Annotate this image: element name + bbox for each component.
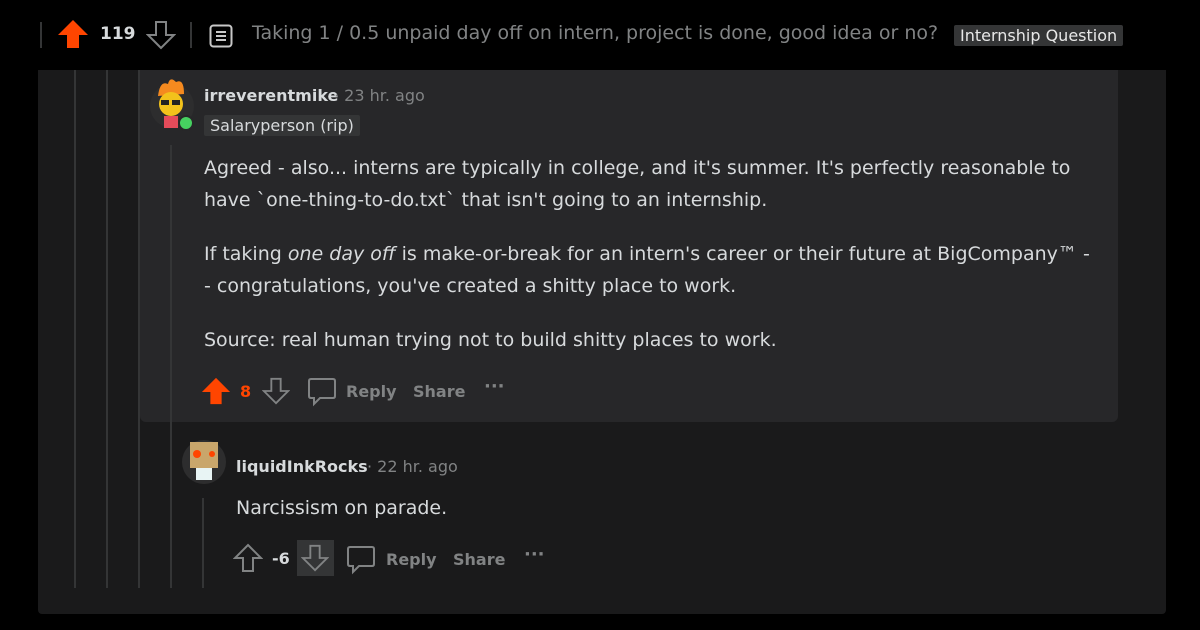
comment-paragraph: Source: real human trying not to build s… xyxy=(204,329,777,351)
upvote-icon[interactable] xyxy=(233,543,263,573)
thread-line[interactable] xyxy=(170,145,172,588)
text-post-icon xyxy=(209,24,233,48)
comment-score: 8 xyxy=(240,382,252,401)
comment-body: Narcissism on parade. xyxy=(236,497,448,519)
upvote-icon[interactable] xyxy=(57,19,89,49)
share-button[interactable]: Share xyxy=(453,550,505,569)
post-score: 119 xyxy=(100,24,136,44)
more-options-button[interactable]: ··· xyxy=(524,544,545,565)
more-options-button[interactable]: ··· xyxy=(484,376,505,397)
downvote-icon[interactable] xyxy=(297,540,334,576)
upvote-icon[interactable] xyxy=(201,376,231,406)
comment-body: Agreed - also... interns are typically i… xyxy=(204,152,1094,356)
online-status-dot xyxy=(178,115,194,131)
emphasis: one day off xyxy=(287,243,396,265)
avatar[interactable] xyxy=(182,432,226,488)
thread-line[interactable] xyxy=(138,70,140,588)
divider xyxy=(190,22,192,48)
comment-paragraph: Agreed - also... interns are typically i… xyxy=(204,157,1071,211)
comment-time[interactable]: · 22 hr. ago xyxy=(367,457,458,476)
share-button[interactable]: Share xyxy=(413,382,465,401)
thread-line[interactable] xyxy=(74,70,76,588)
comment-icon[interactable] xyxy=(307,377,337,407)
post-flair[interactable]: Internship Question xyxy=(954,25,1124,46)
thread-line[interactable] xyxy=(106,70,108,588)
user-flair: Salaryperson (rip) xyxy=(204,115,360,136)
comment-time[interactable]: · 23 hr. ago xyxy=(334,86,425,105)
avatar[interactable] xyxy=(150,76,196,134)
comment-icon[interactable] xyxy=(346,545,376,575)
divider xyxy=(40,22,42,48)
comment-author[interactable]: liquidInkRocks xyxy=(236,457,368,476)
comment-author[interactable]: irreverentmike xyxy=(204,86,338,105)
comment-paragraph: If taking one day off is make-or-break f… xyxy=(204,238,1094,302)
reply-button[interactable]: Reply xyxy=(386,550,437,569)
downvote-icon[interactable] xyxy=(262,376,290,406)
comment-score: -6 xyxy=(272,549,290,568)
downvote-icon[interactable] xyxy=(146,20,176,50)
reply-button[interactable]: Reply xyxy=(346,382,397,401)
post-header-bar: 119 Taking 1 / 0.5 unpaid day off on int… xyxy=(0,0,1200,70)
thread-line[interactable] xyxy=(202,498,204,588)
text: If taking xyxy=(204,243,288,265)
post-title[interactable]: Taking 1 / 0.5 unpaid day off on intern,… xyxy=(252,22,938,44)
